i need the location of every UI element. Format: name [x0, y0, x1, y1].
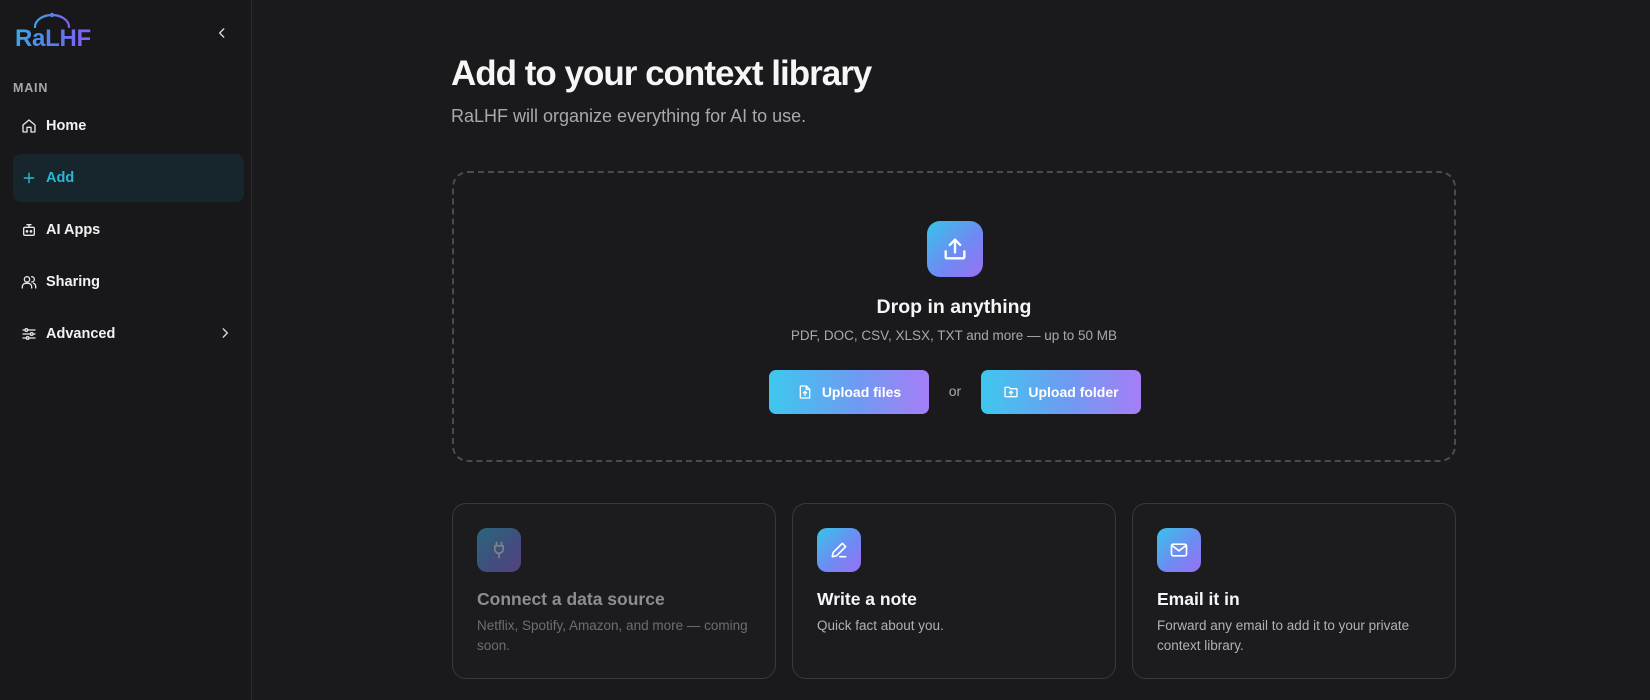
or-separator: or	[948, 383, 962, 399]
sidebar: RaLHF MAIN Home Add AI Apps Sharing Adva…	[0, 0, 252, 700]
page-title: Add to your context library	[451, 54, 872, 93]
file-dropzone[interactable]: Drop in anything PDF, DOC, CSV, XLSX, TX…	[452, 171, 1456, 462]
home-icon	[21, 118, 37, 134]
upload-files-label: Upload files	[821, 384, 902, 400]
sidebar-item-add[interactable]: Add	[13, 154, 244, 202]
sidebar-section-label: MAIN	[13, 81, 49, 95]
page-subtitle: RaLHF will organize everything for AI to…	[451, 106, 807, 126]
file-upload-icon	[797, 384, 813, 400]
sidebar-item-sharing[interactable]: Sharing	[13, 258, 244, 306]
sidebar-item-label: Home	[46, 118, 87, 134]
card-description: Quick fact about you.	[817, 618, 944, 633]
sidebar-item-advanced[interactable]: Advanced	[13, 310, 244, 358]
dropzone-subtitle: PDF, DOC, CSV, XLSX, TXT and more — up t…	[790, 328, 1118, 343]
card-description: Netflix, Spotify, Amazon, and more — com…	[477, 618, 748, 653]
sidebar-nav: Home Add AI Apps Sharing Advanced	[13, 102, 244, 362]
sidebar-item-label: Add	[46, 170, 75, 186]
sliders-icon	[21, 326, 37, 342]
card-title: Connect a data source	[477, 589, 665, 609]
chevron-left-icon	[218, 28, 225, 38]
plug-icon	[477, 528, 521, 572]
card-description: Forward any email to add it to your priv…	[1157, 618, 1410, 653]
sidebar-item-label: Sharing	[46, 274, 100, 290]
sidebar-item-label: Advanced	[46, 326, 116, 342]
mail-icon	[1157, 528, 1201, 572]
email-it-in-card[interactable]: Email it in Forward any email to add it …	[1132, 503, 1456, 679]
write-note-card[interactable]: Write a note Quick fact about you.	[792, 503, 1116, 679]
chevron-right-icon	[218, 326, 232, 344]
sidebar-item-home[interactable]: Home	[13, 102, 244, 150]
main-content: Add to your context library RaLHF will o…	[252, 0, 1650, 700]
users-icon	[21, 274, 37, 290]
card-title: Write a note	[817, 589, 917, 609]
pencil-icon	[817, 528, 861, 572]
folder-upload-icon	[1003, 384, 1019, 400]
plus-icon	[21, 170, 37, 186]
collapse-sidebar-button[interactable]	[210, 21, 234, 45]
card-title: Email it in	[1157, 589, 1240, 609]
connect-data-source-card[interactable]: Connect a data source Netflix, Spotify, …	[452, 503, 776, 679]
app-window: RaLHF MAIN Home Add AI Apps Sharing Adva…	[0, 0, 1650, 700]
upload-files-button[interactable]: Upload files	[769, 370, 929, 414]
app-logo[interactable]: RaLHF	[14, 12, 94, 52]
upload-icon	[927, 221, 983, 277]
sidebar-item-ai-apps[interactable]: AI Apps	[13, 206, 244, 254]
sidebar-item-label: AI Apps	[46, 222, 101, 238]
dropzone-title: Drop in anything	[876, 296, 1032, 318]
upload-folder-button[interactable]: Upload folder	[981, 370, 1141, 414]
bot-icon	[21, 222, 37, 238]
upload-folder-label: Upload folder	[1028, 384, 1119, 400]
logo-text: RaLHF	[15, 25, 91, 52]
